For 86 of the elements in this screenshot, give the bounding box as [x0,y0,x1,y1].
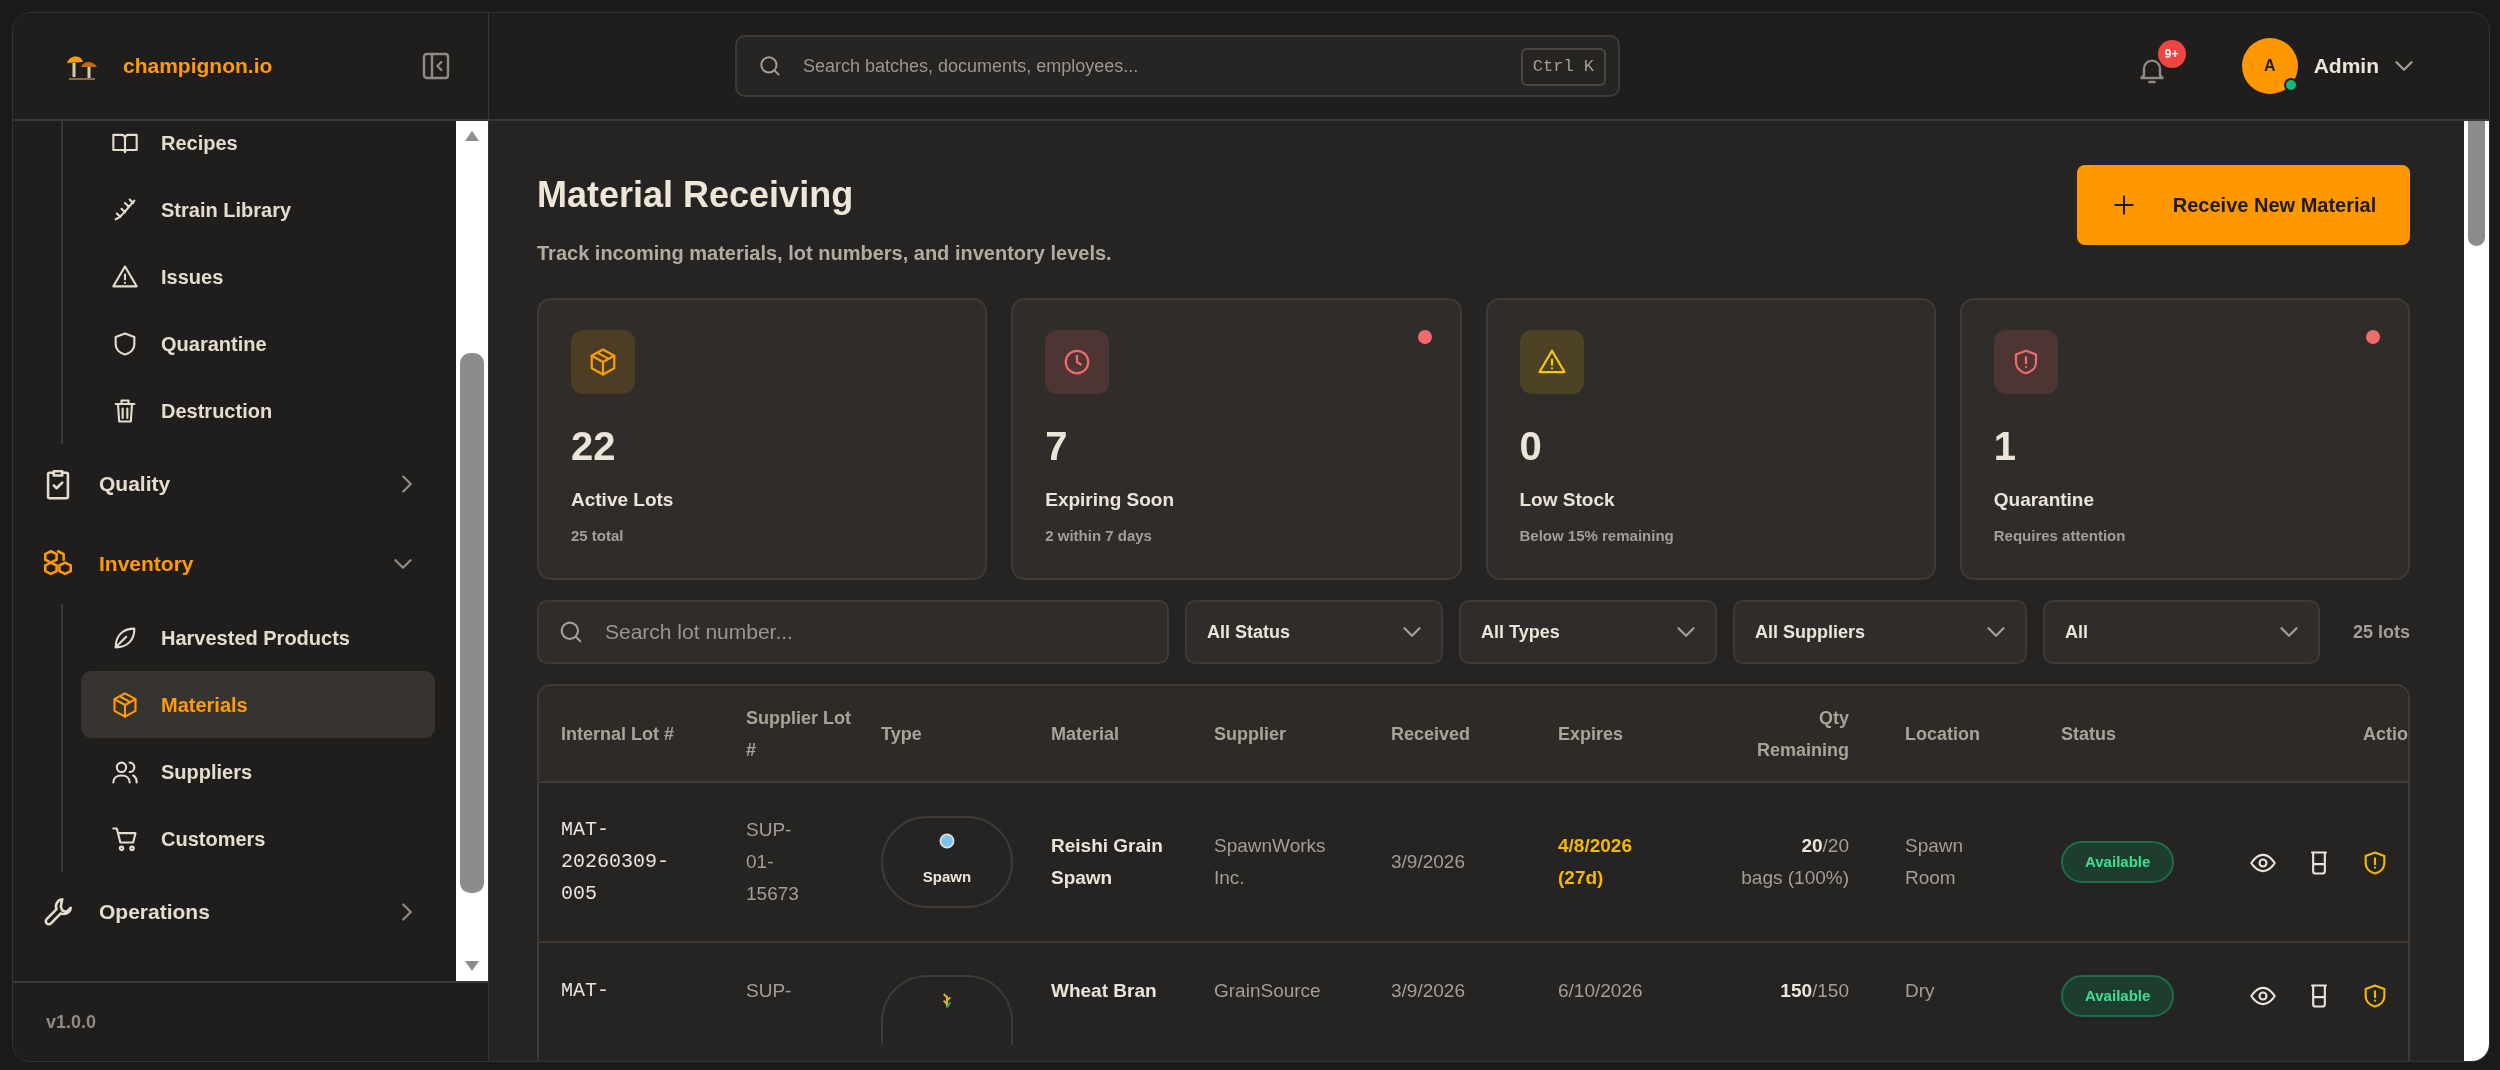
quantity-unit: bags (100%) [1740,866,1849,891]
location: Spawn Room [1905,834,1965,891]
column-header: Material [1051,723,1120,744]
filter-dropdown[interactable]: All Status [1185,600,1443,665]
lot-number: MAT-20260309-005 [561,817,671,908]
lot-search-field[interactable]: Search lot number... [537,600,1169,665]
avatar: A [2241,38,2298,94]
expiry-date: 4/8/2026 (27d) [1558,834,1633,891]
column-header: Actio [2363,722,2408,746]
nav-item[interactable]: Suppliers [81,738,435,805]
notification-badge: 9+ [2157,40,2186,68]
filter-dropdown[interactable]: All [2043,600,2320,665]
column-header: Qty Remaining [1756,706,1849,762]
column-header: Received [1391,723,1471,744]
nav-group[interactable]: Inventory [13,524,456,604]
material-name: Wheat Bran [1051,979,1158,1004]
supplier-lot-number: SUP-01-15673 [746,818,800,907]
material-name: Reishi Grain Spawn [1051,834,1164,891]
stat-value: 22 [571,424,617,469]
quantity: 20/20 [1800,834,1849,859]
column-header: Internal Lot # [561,723,674,744]
chevron-down-icon [2280,627,2298,638]
column-header: Status [2061,723,2116,744]
filter-dropdown[interactable]: All Types [1459,600,1717,665]
receive-new-material-button[interactable]: Receive New Material [2077,165,2410,245]
cart-icon [111,824,139,853]
box-icon [111,690,139,719]
stat-value: 1 [1993,424,2017,469]
received-date: 3/9/2026 [1391,851,1465,873]
nav-item[interactable]: Recipes [81,121,435,176]
brand-name[interactable]: champignon.io [123,50,273,82]
page-title: Material Receiving [537,173,855,217]
column-header: Location [1905,723,1980,744]
version-label: v1.0.0 [46,1010,97,1034]
stat-label: Quarantine [1993,488,2096,513]
user-menu-button[interactable]: A Admin [2235,37,2419,95]
nav-item[interactable]: Issues [81,243,435,310]
expiry-date: 6/10/2026 [1558,979,1644,1004]
search-icon [757,53,783,79]
chevron-down-icon [394,559,412,569]
type-label: Spawn [922,867,972,888]
quantity: 150/150 [1779,979,1849,1004]
stat-value: 7 [1045,424,1069,469]
status-badge: Available [2061,975,2175,1018]
column-header: Type [881,723,922,744]
lot-number: MAT- [561,978,610,1005]
received-date: 3/9/2026 [1391,980,1465,1002]
notifications-button[interactable]: 9+ [2129,40,2186,92]
filter-dropdown[interactable]: All Suppliers [1733,600,2027,665]
stat-note: Requires attention [1993,525,2127,546]
chevron-down-icon [1987,627,2005,638]
stat-value: 0 [1519,424,1543,469]
stat-label: Active Lots [571,488,675,513]
nav-item[interactable]: Destruction [81,377,435,444]
stat-note: Below 15% remaining [1519,525,1675,546]
stat-note: 25 total [571,525,625,546]
nav-item[interactable]: Harvested Products [81,604,435,671]
nav-item[interactable]: Customers [81,805,435,872]
stat-label: Expiring Soon [1045,488,1176,513]
shortcut-key: Ctrl K [1520,48,1606,86]
chevron-down-icon [2395,61,2413,71]
stat-note: 2 within 7 days [1045,525,1153,546]
status-badge: Available [2061,841,2175,884]
column-header: Supplier Lot # [746,707,851,760]
lot-count: 25 lots [2352,620,2410,644]
column-header: Expires [1558,723,1624,744]
stat-label: Low Stock [1519,488,1616,513]
supplier-name: GrainSource [1214,979,1322,1004]
nav-item[interactable]: Strain Library [81,176,435,243]
nav-group[interactable]: Operations [13,872,456,952]
supplier-lot-number: SUP- [746,979,793,1004]
scrollbar[interactable] [456,121,488,981]
nav-group[interactable]: Quality [13,444,456,524]
page-subtitle: Track incoming materials, lot numbers, and inventory levels. [537,241,1112,267]
chevron-right-icon [402,903,412,921]
panel-icon [420,50,452,82]
chevron-down-icon [1403,627,1421,638]
scrollbar[interactable] [2464,121,2489,1061]
location: Dry [1905,979,1936,1004]
supplier-name: SpawnWorks Inc. [1214,834,1327,891]
nav-item[interactable]: Quarantine [81,310,435,377]
nav-item[interactable]: Materials [81,671,435,738]
collapse-sidebar-button[interactable] [420,50,452,82]
chevron-down-icon [1677,627,1695,638]
column-header: Supplier [1214,723,1286,744]
chevron-right-icon [402,475,412,493]
